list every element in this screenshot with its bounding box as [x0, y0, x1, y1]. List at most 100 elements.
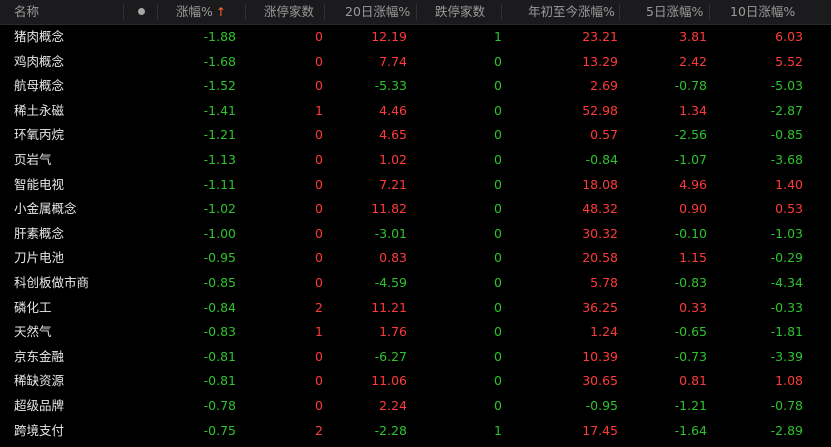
row-change-20d: 12.19: [371, 29, 407, 44]
row-ytd: 30.65: [582, 373, 618, 389]
table-row[interactable]: 天然气 -0.83 1 1.76 0 1.24 -0.65 -1.81: [0, 320, 831, 345]
column-header-ytd[interactable]: 年初至今涨幅%: [502, 0, 620, 24]
row-limit-down: 0: [494, 373, 502, 389]
row-limit-down: 0: [494, 348, 502, 364]
table-row[interactable]: 刀片电池 -0.95 0 0.83 0 20.58 1.15 -0.29: [0, 246, 831, 271]
row-limit-up: 0: [315, 53, 323, 69]
table-row[interactable]: 科创板做市商 -0.85 0 -4.59 0 5.78 -0.83 -4.34: [0, 271, 831, 296]
row-change: -0.85: [203, 274, 236, 290]
row-name: 科创板做市商: [14, 274, 90, 290]
table-row[interactable]: 小金属概念 -1.02 0 11.82 0 48.32 0.90 0.53: [0, 197, 831, 222]
row-dot: [124, 345, 158, 370]
row-ytd: 36.25: [582, 299, 618, 315]
row-limit-down: 1: [494, 29, 502, 44]
row-change: -0.84: [203, 299, 236, 315]
row-dot: [124, 123, 158, 148]
row-change-20d: -3.01: [374, 225, 407, 241]
row-limit-up: 1: [315, 102, 323, 118]
row-dot: [124, 25, 158, 50]
row-change: -1.13: [203, 151, 236, 167]
row-change-5d: 0.81: [679, 373, 707, 389]
row-dot: [124, 246, 158, 271]
row-limit-up: 0: [315, 78, 323, 94]
row-limit-up: 0: [315, 127, 323, 143]
row-limit-up: 0: [315, 274, 323, 290]
row-name: 京东金融: [14, 348, 65, 364]
row-ytd: 1.24: [590, 324, 618, 340]
row-name: 环氧丙烷: [14, 127, 65, 143]
row-change-10d: -0.33: [770, 299, 803, 315]
table-row[interactable]: 肝素概念 -1.00 0 -3.01 0 30.32 -0.10 -1.03: [0, 222, 831, 247]
table-row[interactable]: 环氧丙烷 -1.21 0 4.65 0 0.57 -2.56 -0.85: [0, 123, 831, 148]
row-change-10d: -4.34: [770, 274, 803, 290]
row-dot: [124, 222, 158, 247]
table-row[interactable]: 京东金融 -0.81 0 -6.27 0 10.39 -0.73 -3.39: [0, 345, 831, 370]
column-header-limit-down[interactable]: 跌停家数: [417, 0, 502, 24]
row-dot: [124, 197, 158, 222]
row-limit-up: 0: [315, 250, 323, 266]
row-change-10d: -0.78: [770, 397, 803, 413]
row-change-20d: 1.02: [379, 151, 407, 167]
sort-arrow-icon: ↑: [215, 5, 226, 19]
row-change-5d: -1.21: [674, 397, 707, 413]
column-header-name[interactable]: 名称: [0, 0, 124, 24]
row-change-10d: 6.03: [775, 29, 803, 44]
row-limit-down: 0: [494, 151, 502, 167]
row-change-5d: -0.65: [674, 324, 707, 340]
row-ytd: 18.08: [582, 176, 618, 192]
table-row[interactable]: 磷化工 -0.84 2 11.21 0 36.25 0.33 -0.33: [0, 296, 831, 321]
table-row[interactable]: 跨境支付 -0.75 2 -2.28 1 17.45 -1.64 -2.89: [0, 419, 831, 444]
row-change-20d: 11.82: [371, 201, 407, 217]
row-change-5d: 3.81: [679, 29, 707, 44]
row-change-10d: -3.68: [770, 151, 803, 167]
row-limit-up: 2: [315, 422, 323, 438]
table-header: 名称 涨幅% ↑ 涨停家数 20日涨幅% 跌停家数 年初至今涨幅% 5日涨幅% 1…: [0, 0, 831, 25]
row-change-5d: -0.10: [674, 225, 707, 241]
row-change-5d: 0.33: [679, 299, 707, 315]
row-change-20d: -4.59: [374, 274, 407, 290]
table-row[interactable]: 猪肉概念 -1.88 0 12.19 1 23.21 3.81 6.03: [0, 25, 831, 50]
table-row[interactable]: 稀缺资源 -0.81 0 11.06 0 30.65 0.81 1.08: [0, 369, 831, 394]
table-row[interactable]: 页岩气 -1.13 0 1.02 0 -0.84 -1.07 -3.68: [0, 148, 831, 173]
row-limit-down: 0: [494, 53, 502, 69]
row-change: -1.21: [203, 127, 236, 143]
row-dot: [124, 320, 158, 345]
table-row[interactable]: 超级品牌 -0.78 0 2.24 0 -0.95 -1.21 -0.78: [0, 394, 831, 419]
row-ytd: 10.39: [582, 348, 618, 364]
row-change: -0.83: [203, 324, 236, 340]
column-header-change[interactable]: 涨幅% ↑: [158, 0, 246, 24]
row-change-10d: -0.29: [770, 250, 803, 266]
row-ytd: 48.32: [582, 201, 618, 217]
row-change-5d: 1.34: [679, 102, 707, 118]
row-change: -1.68: [203, 53, 236, 69]
row-dot: [124, 74, 158, 99]
row-change-10d: -2.89: [770, 422, 803, 438]
dot-icon: [137, 8, 145, 15]
row-dot: [124, 296, 158, 321]
concept-sector-table: 名称 涨幅% ↑ 涨停家数 20日涨幅% 跌停家数 年初至今涨幅% 5日涨幅% 1…: [0, 0, 831, 447]
table-row[interactable]: 稀土永磁 -1.41 1 4.46 0 52.98 1.34 -2.87: [0, 99, 831, 124]
table-row[interactable]: 鸡肉概念 -1.68 0 7.74 0 13.29 2.42 5.52: [0, 50, 831, 75]
column-header-change-20d[interactable]: 20日涨幅%: [325, 0, 417, 24]
row-ytd: 17.45: [582, 422, 618, 438]
row-change-10d: -1.81: [770, 324, 803, 340]
table-row[interactable]: 智能电视 -1.11 0 7.21 0 18.08 4.96 1.40: [0, 173, 831, 198]
column-header-change-10d[interactable]: 10日涨幅%: [710, 0, 831, 24]
row-name: 航母概念: [14, 78, 65, 94]
row-limit-up: 0: [315, 348, 323, 364]
row-change-20d: 7.21: [379, 176, 407, 192]
column-header-ytd-label: 年初至今涨幅%: [528, 4, 615, 19]
row-limit-down: 0: [494, 176, 502, 192]
row-ytd: 23.21: [582, 29, 618, 44]
row-limit-up: 0: [315, 225, 323, 241]
column-header-change-5d[interactable]: 5日涨幅%: [620, 0, 710, 24]
row-name: 小金属概念: [14, 201, 77, 217]
row-change-10d: 1.08: [775, 373, 803, 389]
row-name: 稀缺资源: [14, 373, 65, 389]
table-row[interactable]: 航母概念 -1.52 0 -5.33 0 2.69 -0.78 -5.03: [0, 74, 831, 99]
column-header-limit-up[interactable]: 涨停家数: [246, 0, 325, 24]
row-limit-down: 1: [494, 422, 502, 438]
column-header-dot[interactable]: [124, 0, 158, 24]
row-limit-down: 0: [494, 225, 502, 241]
row-ytd: 30.32: [582, 225, 618, 241]
